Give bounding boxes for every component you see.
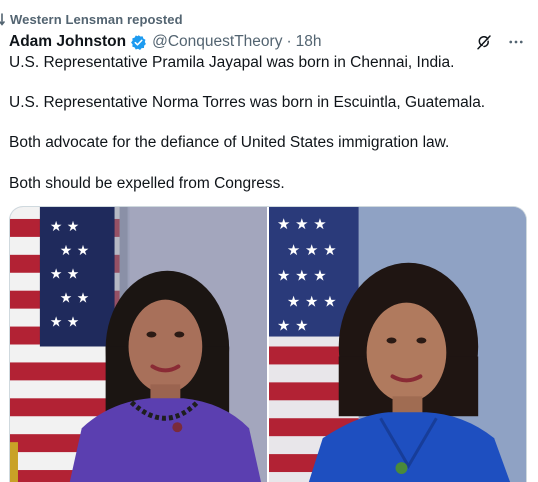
svg-text:★ ★ ★: ★ ★ ★: [287, 293, 337, 311]
svg-text:★ ★ ★: ★ ★ ★: [287, 241, 337, 259]
grok-icon[interactable]: [474, 32, 494, 52]
repost-label[interactable]: Western Lensman reposted: [10, 12, 183, 27]
separator-dot: ·: [286, 33, 292, 50]
verified-badge-icon[interactable]: [130, 34, 147, 51]
tweet-text-line-3: Both advocate for the defiance of United…: [9, 134, 450, 151]
repost-icon: [0, 11, 10, 27]
svg-text:★ ★: ★ ★: [60, 291, 89, 307]
photo-portrait-2[interactable]: ★ ★ ★ ★ ★ ★ ★ ★ ★ ★ ★ ★ ★ ★: [269, 207, 526, 482]
timestamp[interactable]: 18h: [296, 33, 322, 51]
tweet-text-line-4: Both should be expelled from Congress.: [9, 175, 285, 192]
photo-portrait-1[interactable]: ★ ★ ★ ★ ★ ★ ★ ★ ★ ★: [10, 207, 267, 482]
svg-text:★ ★: ★ ★: [277, 317, 309, 335]
svg-text:★ ★ ★: ★ ★ ★: [277, 267, 327, 285]
svg-text:★ ★: ★ ★: [50, 267, 79, 283]
tweet-header: Adam Johnston @ConquestTheory · 18h: [9, 31, 538, 53]
svg-text:★ ★ ★: ★ ★ ★: [277, 215, 327, 233]
repost-indicator[interactable]: Western Lensman reposted: [0, 10, 183, 28]
svg-text:★ ★: ★ ★: [60, 243, 89, 259]
more-icon[interactable]: [506, 32, 526, 52]
tweet-text-line-1: U.S. Representative Pramila Jayapal was …: [9, 54, 455, 71]
header-actions: [474, 31, 526, 53]
svg-text:★ ★: ★ ★: [50, 219, 79, 235]
author-handle[interactable]: @ConquestTheory: [152, 33, 282, 51]
author-name[interactable]: Adam Johnston: [9, 33, 126, 51]
tweet-text-line-2: U.S. Representative Norma Torres was bor…: [9, 94, 486, 111]
svg-text:★ ★: ★ ★: [50, 315, 79, 331]
media-grid: ★ ★ ★ ★ ★ ★ ★ ★ ★ ★ ★ ★ ★ ★ ★ ★ ★ ★ ★ ★ …: [9, 206, 527, 482]
